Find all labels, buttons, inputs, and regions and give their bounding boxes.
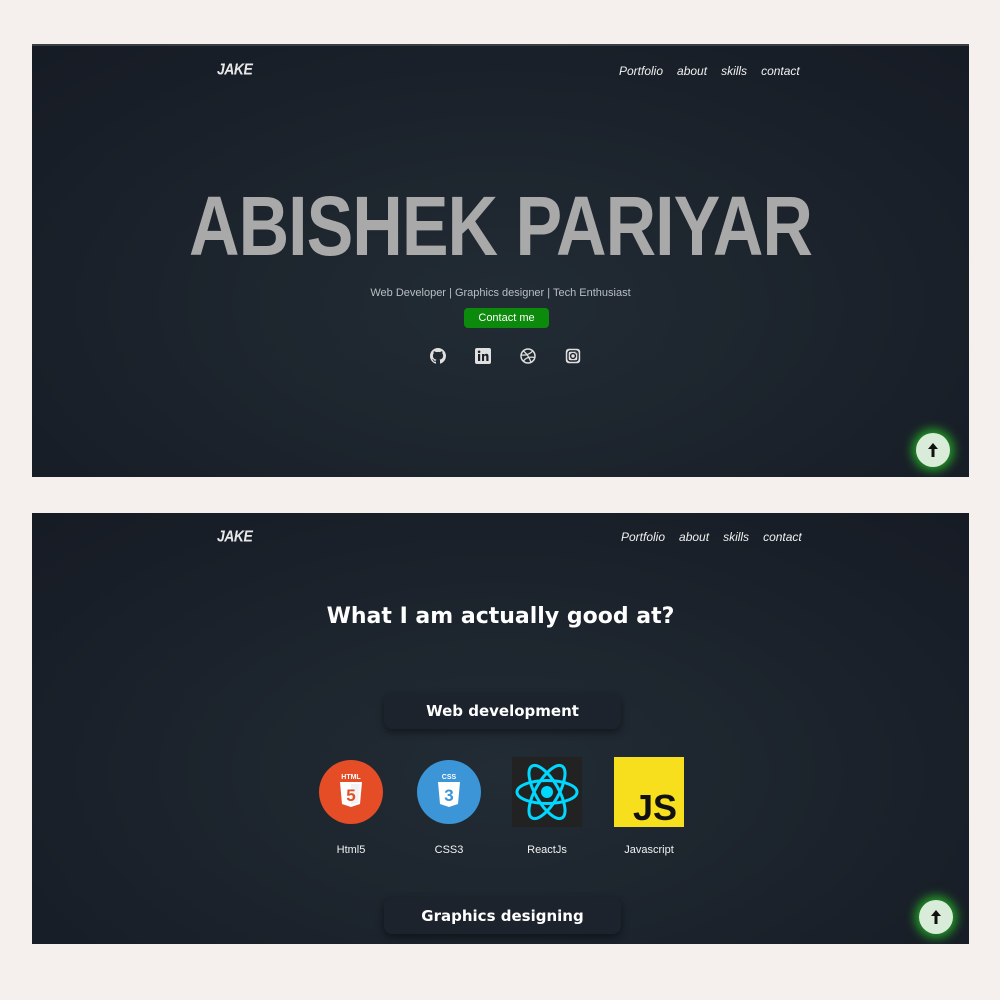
svg-text:5: 5 bbox=[346, 786, 355, 805]
site-logo[interactable]: JAKE bbox=[217, 60, 253, 78]
skill-card-reactjs: ReactJs bbox=[507, 757, 587, 856]
react-icon bbox=[512, 757, 582, 827]
nav-about[interactable]: about bbox=[679, 530, 709, 544]
arrow-up-icon bbox=[928, 443, 938, 457]
css3-logo: CSS 3 bbox=[414, 757, 484, 827]
skills-screen: JAKE Portfolio about skills contact What… bbox=[32, 513, 969, 944]
skill-card-html5: HTML 5 Html5 bbox=[311, 757, 391, 856]
nav-contact[interactable]: contact bbox=[761, 64, 800, 78]
category-web-development: Web development bbox=[384, 693, 621, 729]
html5-logo: HTML 5 bbox=[316, 757, 386, 827]
nav-contact[interactable]: contact bbox=[763, 530, 802, 544]
instagram-icon[interactable] bbox=[565, 348, 581, 364]
javascript-logo: JS bbox=[614, 757, 684, 827]
hero-name: ABISHEK PARIYAR bbox=[189, 179, 813, 273]
nav-skills[interactable]: skills bbox=[721, 64, 747, 78]
social-links bbox=[430, 348, 581, 364]
category-graphics-designing: Graphics designing bbox=[384, 898, 621, 934]
skill-label: Html5 bbox=[336, 844, 366, 856]
skill-label: ReactJs bbox=[527, 844, 567, 856]
hero-subtitle: Web Developer | Graphics designer | Tech… bbox=[370, 287, 631, 299]
svg-text:CSS: CSS bbox=[442, 774, 457, 781]
html5-icon: HTML 5 bbox=[319, 760, 383, 824]
react-logo bbox=[512, 757, 582, 827]
svg-text:HTML: HTML bbox=[341, 774, 361, 781]
scroll-top-button[interactable] bbox=[919, 900, 953, 934]
github-icon[interactable] bbox=[430, 348, 446, 364]
contact-me-button[interactable]: Contact me bbox=[464, 308, 549, 328]
main-nav: Portfolio about skills contact bbox=[621, 530, 802, 544]
nav-portfolio[interactable]: Portfolio bbox=[621, 530, 665, 544]
hero-screen: JAKE Portfolio about skills contact ABIS… bbox=[32, 44, 969, 477]
dribbble-icon[interactable] bbox=[520, 348, 536, 364]
javascript-icon: JS bbox=[614, 757, 684, 827]
nav-about[interactable]: about bbox=[677, 64, 707, 78]
skill-card-javascript: JS Javascript bbox=[609, 757, 689, 856]
scroll-top-button[interactable] bbox=[916, 433, 950, 467]
svg-text:3: 3 bbox=[444, 786, 453, 805]
nav-portfolio[interactable]: Portfolio bbox=[619, 64, 663, 78]
skill-label: CSS3 bbox=[434, 844, 464, 856]
arrow-up-icon bbox=[931, 910, 941, 924]
linkedin-icon[interactable] bbox=[475, 348, 491, 364]
css3-icon: CSS 3 bbox=[417, 760, 481, 824]
skill-card-css3: CSS 3 CSS3 bbox=[409, 757, 489, 856]
main-nav: Portfolio about skills contact bbox=[619, 64, 800, 78]
skill-label: Javascript bbox=[624, 844, 674, 856]
site-logo[interactable]: JAKE bbox=[217, 527, 253, 545]
skills-heading: What I am actually good at? bbox=[326, 604, 675, 629]
svg-text:JS: JS bbox=[633, 787, 677, 827]
nav-skills[interactable]: skills bbox=[723, 530, 749, 544]
